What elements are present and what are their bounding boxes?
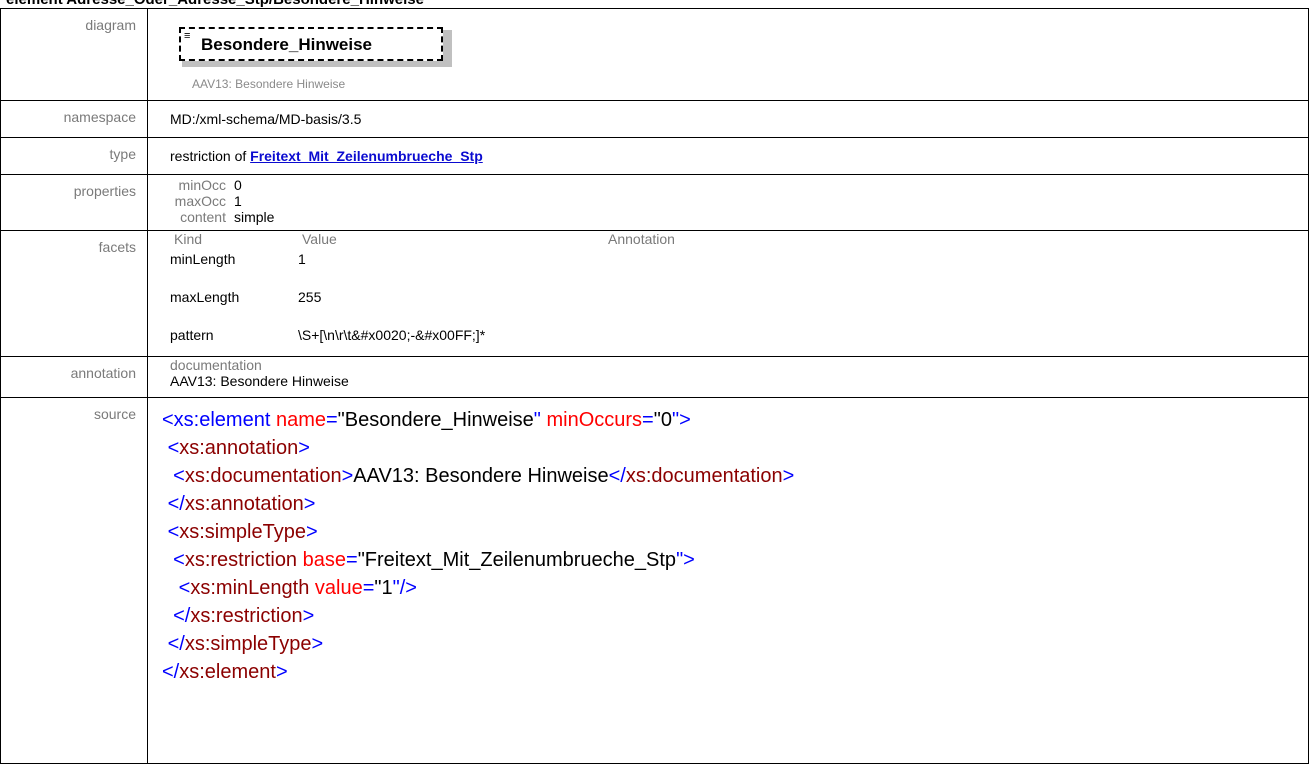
facet-header-kind: Kind xyxy=(174,231,203,247)
row-label-facets: facets xyxy=(0,230,148,357)
row-label-source: source xyxy=(0,397,148,764)
code-token: < xyxy=(173,465,185,487)
code-token: xs:minLength xyxy=(190,577,310,599)
facet-value: \S+[\n\r\t&#x0020;-&#x00FF;]* xyxy=(298,327,486,343)
code-token: = xyxy=(642,409,654,431)
code-token: " xyxy=(374,577,382,599)
facet-header-value: Value xyxy=(302,231,337,247)
code-token: > xyxy=(311,633,324,655)
code-token: > xyxy=(302,605,315,627)
code-token: " xyxy=(337,409,345,431)
prop-key: maxOcc xyxy=(174,193,226,209)
code-token: <xs:element xyxy=(162,409,271,431)
code-token: < xyxy=(167,521,180,543)
code-token: xs:annotation xyxy=(179,437,299,459)
annotation-label: documentation xyxy=(170,357,262,373)
code-token: Freitext_Mit_Zeilenumbrueche_Stp xyxy=(364,549,677,571)
row-label-diagram: diagram xyxy=(0,8,148,101)
diagram-row: diagram ≡ Besondere_Hinweise AAV13: Beso… xyxy=(0,8,1309,101)
code-token: 0 xyxy=(660,409,672,431)
code-token: " xyxy=(533,409,541,431)
code-token: base xyxy=(297,549,346,571)
code-token: xs:documentation xyxy=(625,465,783,487)
page-title: element Adresse_Oder_Adresse_Stp/Besonde… xyxy=(6,0,424,8)
code-token: /> xyxy=(399,577,417,599)
code-token: xs:simpleType xyxy=(184,633,312,655)
code-token: xs:restriction xyxy=(184,549,298,571)
element-icon: ≡ xyxy=(184,30,191,42)
code-token: minOccurs xyxy=(540,409,643,431)
facets-table: Kind Value Annotation minLength 1 maxLen… xyxy=(170,231,1308,355)
code-token: value xyxy=(309,577,363,599)
annotation-text: AAV13: Besondere Hinweise xyxy=(170,373,349,389)
namespace-row: namespace MD:/xml-schema/MD-basis/3.5 xyxy=(0,100,1309,138)
element-diagram: ≡ Besondere_Hinweise AAV13: Besondere Hi… xyxy=(170,9,1308,99)
code-token: </ xyxy=(167,633,185,655)
code-token: " xyxy=(357,549,365,571)
code-token: AAV13: Besondere Hinweise xyxy=(353,465,609,487)
code-token: > xyxy=(275,661,288,683)
row-label-properties: properties xyxy=(0,174,148,231)
code-token: " xyxy=(671,409,680,431)
code-token: " xyxy=(392,577,400,599)
code-token: xs:element xyxy=(179,661,276,683)
facet-kind: maxLength xyxy=(170,289,240,305)
element-box[interactable]: ≡ Besondere_Hinweise xyxy=(179,27,443,61)
code-token: </ xyxy=(162,661,180,683)
prop-value: 0 xyxy=(234,177,242,193)
code-token: </ xyxy=(608,465,626,487)
element-documentation: AAV13: Besondere Hinweise xyxy=(192,77,346,91)
code-token: > xyxy=(298,437,310,459)
code-token: </ xyxy=(173,605,191,627)
prop-value: simple xyxy=(234,209,275,225)
code-token: xs:simpleType xyxy=(179,521,306,543)
facet-kind: pattern xyxy=(170,327,214,343)
code-token: < xyxy=(178,577,191,599)
code-token: < xyxy=(173,549,185,571)
type-link[interactable]: Freitext_Mit_Zeilenumbrueche_Stp xyxy=(250,148,483,164)
prop-key: content xyxy=(180,209,226,225)
code-token: = xyxy=(325,409,338,431)
code-token: Besondere_Hinweise xyxy=(344,409,534,431)
code-token: name xyxy=(270,409,326,431)
facet-header-annotation: Annotation xyxy=(608,231,675,247)
source-code: <xs:element name="Besondere_Hinweise" mi… xyxy=(162,398,1308,686)
code-token: < xyxy=(167,437,180,459)
properties-row: properties minOcc 0 maxOcc 1 content sim… xyxy=(0,174,1309,231)
code-token: " xyxy=(653,409,661,431)
properties-list: minOcc 0 maxOcc 1 content simple xyxy=(170,175,1308,225)
row-label-annotation: annotation xyxy=(0,356,148,398)
facet-value: 1 xyxy=(298,251,306,267)
prop-key: minOcc xyxy=(178,177,226,193)
facets-row: facets Kind Value Annotation minLength 1… xyxy=(0,230,1309,357)
element-name: Besondere_Hinweise xyxy=(201,35,373,54)
type-prefix: restriction of xyxy=(170,148,251,164)
code-token: > xyxy=(303,493,316,515)
code-token: </ xyxy=(167,493,185,515)
code-token: > xyxy=(782,465,795,487)
source-row: source <xs:element name="Besondere_Hinwe… xyxy=(0,397,1309,764)
code-token: = xyxy=(362,577,375,599)
prop-value: 1 xyxy=(234,193,242,209)
code-token: > xyxy=(679,409,691,431)
facet-kind: minLength xyxy=(170,251,236,267)
diagram-cell: ≡ Besondere_Hinweise AAV13: Besondere Hi… xyxy=(147,8,1309,101)
code-token: > xyxy=(341,465,354,487)
type-value: restriction of Freitext_Mit_Zeilenumbrue… xyxy=(170,138,1308,164)
code-token: xs:annotation xyxy=(184,493,304,515)
annotation-row: annotation documentation AAV13: Besonder… xyxy=(0,356,1309,398)
row-label-namespace: namespace xyxy=(0,100,148,138)
type-row: type restriction of Freitext_Mit_Zeilenu… xyxy=(0,137,1309,175)
schema-doc-table: diagram ≡ Besondere_Hinweise AAV13: Beso… xyxy=(0,8,1309,764)
namespace-value: MD:/xml-schema/MD-basis/3.5 xyxy=(170,111,362,127)
code-token: > xyxy=(683,549,695,571)
code-token: > xyxy=(305,521,318,543)
row-label-type: type xyxy=(0,137,148,175)
code-token: xs:restriction xyxy=(190,605,303,627)
code-token: 1 xyxy=(381,577,393,599)
facet-value: 255 xyxy=(298,289,322,305)
code-token: = xyxy=(346,549,358,571)
code-token: xs:documentation xyxy=(184,465,342,487)
